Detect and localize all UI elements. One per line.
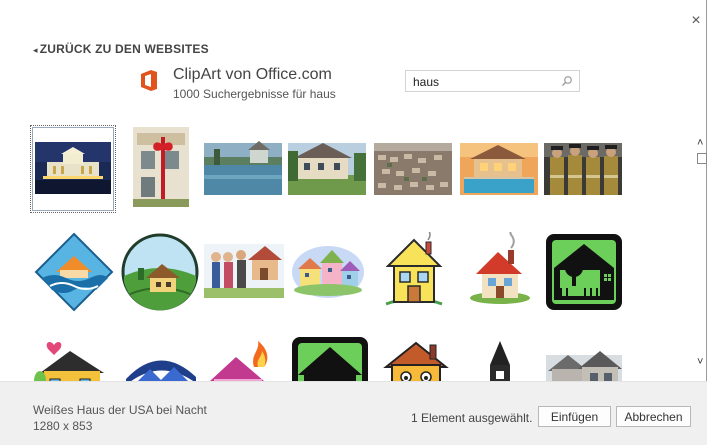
source-title: ClipArt von Office.com — [173, 66, 332, 83]
office-logo-icon — [141, 70, 157, 91]
result-tile-house-face-clipart[interactable] — [380, 337, 462, 381]
selected-item-size: 1280 x 853 — [33, 419, 93, 433]
clipart-dialog: × ◂ ZURÜCK ZU DEN WEBSITES ClipArt von Of… — [0, 0, 707, 445]
result-tile-house-on-globe-clipart[interactable] — [120, 232, 202, 314]
selected-item-name: Weißes Haus der USA bei Nacht — [33, 403, 207, 417]
result-tile-house-with-pool[interactable] — [460, 127, 542, 209]
result-image — [546, 234, 622, 310]
scroll-down-icon[interactable]: ˅ — [697, 357, 708, 368]
result-tile-dark-tower-clipart[interactable] — [460, 337, 542, 381]
result-tile-red-roof-house-clipart[interactable] — [460, 232, 542, 314]
result-tile-blue-roof-houses-clipart[interactable] — [120, 337, 202, 381]
result-tile-house-red-bow[interactable] — [128, 127, 210, 209]
result-tile-yellow-house-clipart[interactable] — [374, 232, 456, 314]
result-image — [544, 143, 622, 195]
result-image — [288, 143, 366, 195]
result-image — [292, 246, 364, 298]
result-tile-house-dollar-clipart[interactable]: $ — [290, 335, 372, 381]
result-image: $ — [292, 337, 368, 381]
back-label: ZURÜCK ZU DEN WEBSITES — [39, 42, 209, 56]
result-tile-suburban-house[interactable] — [288, 127, 370, 209]
result-image — [34, 342, 104, 381]
scroll-checkbox[interactable] — [697, 153, 707, 164]
result-image — [133, 127, 189, 207]
result-image — [546, 351, 622, 381]
result-tile-firefighters[interactable] — [544, 127, 626, 209]
result-image — [34, 232, 114, 312]
insert-button[interactable]: Einfügen — [538, 406, 611, 427]
scroll-up-icon[interactable]: ˄ — [697, 138, 708, 149]
result-image — [121, 233, 199, 311]
result-tile-flooded-house-clipart[interactable] — [34, 232, 116, 314]
result-image — [210, 341, 268, 381]
results-grid: $ — [30, 125, 660, 381]
result-tile-heart-house-clipart[interactable] — [34, 337, 116, 381]
result-image — [383, 341, 449, 381]
cancel-button[interactable]: Abbrechen — [616, 406, 691, 427]
dialog-footer: Weißes Haus der USA bei Nacht 1280 x 853… — [0, 381, 707, 445]
result-image — [385, 232, 443, 306]
close-icon[interactable]: × — [689, 13, 703, 29]
result-tile-colorful-houses-clipart[interactable] — [288, 232, 370, 314]
result-tile-grey-house-photo[interactable] — [544, 339, 626, 381]
result-image — [35, 142, 111, 194]
result-image — [470, 232, 530, 304]
search-field[interactable] — [405, 70, 580, 92]
back-to-websites-link[interactable]: ◂ ZURÜCK ZU DEN WEBSITES — [33, 42, 209, 56]
result-image — [204, 244, 284, 298]
result-image — [460, 143, 538, 195]
result-tile-house-on-fire-clipart[interactable] — [206, 337, 288, 381]
result-tile-flooded-street[interactable] — [204, 127, 286, 209]
result-tile-white-house-night[interactable] — [30, 125, 116, 213]
result-image — [374, 143, 452, 195]
result-count: 1000 Suchergebnisse für haus — [173, 87, 336, 101]
search-input[interactable] — [413, 75, 553, 89]
chevron-left-icon: ◂ — [33, 45, 38, 55]
result-tile-aerial-neighborhood[interactable] — [374, 127, 456, 209]
result-image — [490, 341, 510, 381]
selection-status: 1 Element ausgewählt. — [411, 411, 533, 425]
result-image — [204, 141, 282, 195]
result-image — [126, 360, 196, 381]
result-tile-realtor-couple-clipart[interactable] — [204, 232, 286, 314]
search-icon[interactable] — [561, 75, 573, 87]
result-tile-green-house-tree-clipart[interactable] — [544, 232, 626, 314]
